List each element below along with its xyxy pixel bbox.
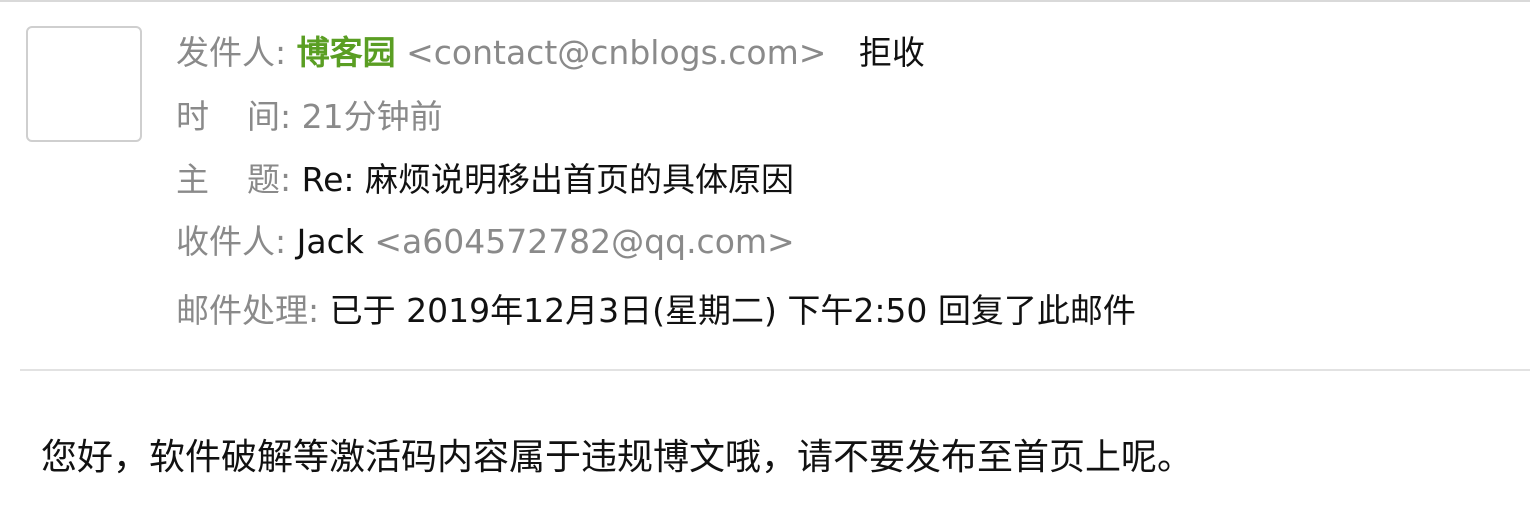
recipient-row: 收件人: Jack <a604572782@qq.com> bbox=[176, 218, 795, 266]
sender-avatar[interactable] bbox=[26, 26, 142, 142]
time-value: 21分钟前 bbox=[301, 97, 443, 136]
from-row: 发件人: 博客园 <contact@cnblogs.com> 拒收 bbox=[176, 29, 925, 77]
mail-handling-row: 邮件处理: 已于 2019年12月3日(星期二) 下午2:50 回复了此邮件 bbox=[176, 287, 1136, 335]
subject-label-second: 题: bbox=[247, 160, 292, 199]
sender-name-link[interactable]: 博客园 bbox=[297, 33, 396, 72]
top-border bbox=[0, 0, 1530, 2]
time-label-first: 时 bbox=[176, 97, 209, 136]
mail-body-text: 您好，软件破解等激活码内容属于违规博文哦，请不要发布至首页上呢。 bbox=[41, 437, 1194, 478]
subject-value: Re: 麻烦说明移出首页的具体原因 bbox=[301, 160, 794, 199]
handle-label: 邮件处理: bbox=[176, 291, 320, 330]
from-label: 发件人: bbox=[176, 33, 287, 72]
recipient-name[interactable]: Jack bbox=[297, 222, 364, 261]
subject-label-first: 主 bbox=[176, 160, 209, 199]
to-label: 收件人: bbox=[176, 222, 287, 261]
handle-value: 已于 2019年12月3日(星期二) 下午2:50 回复了此邮件 bbox=[329, 291, 1136, 330]
sender-email[interactable]: <contact@cnblogs.com> bbox=[406, 33, 826, 72]
time-label-second: 间: bbox=[247, 97, 292, 136]
recipient-email[interactable]: <a604572782@qq.com> bbox=[374, 222, 794, 261]
subject-row: 主题: Re: 麻烦说明移出首页的具体原因 bbox=[176, 156, 794, 204]
header-divider bbox=[20, 369, 1530, 371]
time-row: 时间: 21分钟前 bbox=[176, 93, 443, 141]
reject-link[interactable]: 拒收 bbox=[859, 33, 925, 72]
